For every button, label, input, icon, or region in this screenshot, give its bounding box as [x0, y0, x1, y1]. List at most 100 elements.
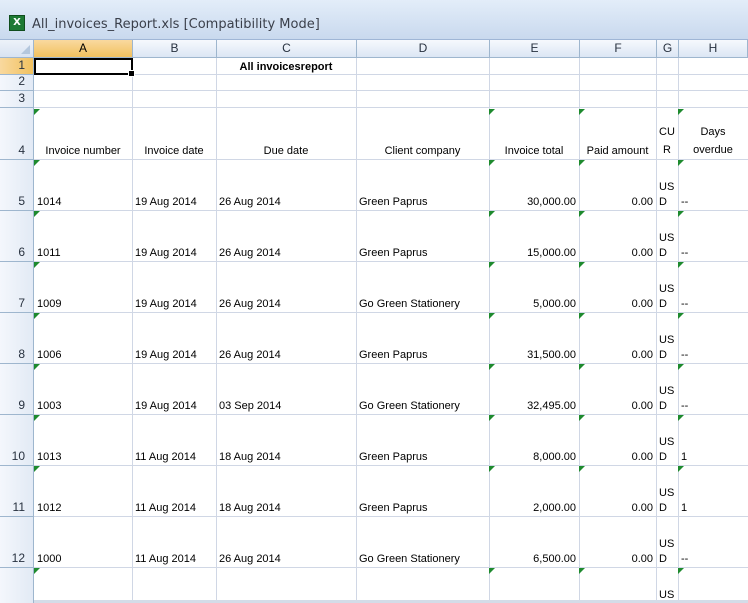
cell-currency[interactable]: US D	[656, 516, 678, 567]
cell-client-company[interactable]: Green Paprus	[356, 210, 489, 261]
error-indicator[interactable]	[678, 568, 684, 574]
error-indicator[interactable]	[579, 262, 585, 268]
error-indicator[interactable]	[579, 313, 585, 319]
cell-client-company[interactable]: Green Paprus	[356, 465, 489, 516]
cell-due-date[interactable]: 18 Aug 2014	[216, 414, 356, 465]
column-header-a[interactable]: A	[34, 40, 133, 58]
error-indicator[interactable]	[34, 364, 40, 370]
cell-days-overdue[interactable]: 1	[678, 414, 748, 465]
cell-paid-amount[interactable]: 0.00	[579, 210, 656, 261]
cell-paid-amount[interactable]: 0.00	[579, 261, 656, 312]
row-header-1[interactable]: 1	[0, 58, 34, 75]
excel-icon[interactable]: X	[9, 15, 25, 31]
cell-invoice-total[interactable]: 2,000.00	[489, 465, 579, 516]
row-header-7[interactable]: 7	[0, 262, 34, 313]
row-header-3[interactable]: 3	[0, 91, 34, 108]
row-header-8[interactable]: 8	[0, 313, 34, 364]
cell-client-company[interactable]: Go Green Stationery	[356, 261, 489, 312]
cell-days-overdue[interactable]: 1	[678, 465, 748, 516]
error-indicator[interactable]	[489, 415, 495, 421]
error-indicator[interactable]	[678, 364, 684, 370]
error-indicator[interactable]	[579, 568, 585, 574]
cell-invoice-date[interactable]: 11 Aug 2014	[132, 516, 216, 567]
error-indicator[interactable]	[489, 568, 495, 574]
select-all-button[interactable]	[0, 40, 34, 58]
error-indicator[interactable]	[678, 262, 684, 268]
column-header-h[interactable]: H	[679, 40, 748, 58]
error-indicator[interactable]	[489, 466, 495, 472]
cell-invoice-date[interactable]: 19 Aug 2014	[132, 312, 216, 363]
cell-due-date[interactable]: 18 Aug 2014	[216, 465, 356, 516]
error-indicator[interactable]	[489, 262, 495, 268]
cell-invoice-date[interactable]: 19 Aug 2014	[132, 159, 216, 210]
error-indicator[interactable]	[34, 568, 40, 574]
cell-invoice-total[interactable]: 8,000.00	[489, 414, 579, 465]
cell-currency[interactable]: US D	[656, 159, 678, 210]
cell-currency[interactable]: US D	[656, 261, 678, 312]
error-indicator[interactable]	[489, 364, 495, 370]
row-header-6[interactable]: 6	[0, 211, 34, 262]
error-indicator[interactable]	[678, 466, 684, 472]
row-header-9[interactable]: 9	[0, 364, 34, 415]
row-header-13[interactable]	[0, 568, 34, 603]
cell-invoice-date[interactable]: 19 Aug 2014	[132, 210, 216, 261]
cell-currency[interactable]: US D	[656, 363, 678, 414]
cell-days-overdue[interactable]: --	[678, 210, 748, 261]
column-header-b[interactable]: B	[133, 40, 217, 58]
cell-invoice-total[interactable]: 5,000.00	[489, 261, 579, 312]
row-header-10[interactable]: 10	[0, 415, 34, 466]
error-indicator[interactable]	[579, 466, 585, 472]
column-header-f[interactable]: F	[580, 40, 657, 58]
cell-invoice-number[interactable]: 1012	[34, 465, 132, 516]
cell-invoice-total[interactable]: 32,495.00	[489, 363, 579, 414]
row-header-4[interactable]: 4	[0, 108, 34, 160]
error-indicator[interactable]	[489, 211, 495, 217]
cell-invoice-total[interactable]: 30,000.00	[489, 159, 579, 210]
cell-due-date[interactable]: 26 Aug 2014	[216, 261, 356, 312]
cell-invoice-date[interactable]: 19 Aug 2014	[132, 363, 216, 414]
row-header-11[interactable]: 11	[0, 466, 34, 517]
error-indicator[interactable]	[678, 211, 684, 217]
cell-invoice-number[interactable]: 1014	[34, 159, 132, 210]
cell-due-date[interactable]: 26 Aug 2014	[216, 210, 356, 261]
column-header-e[interactable]: E	[490, 40, 580, 58]
error-indicator[interactable]	[34, 160, 40, 166]
cell-days-overdue[interactable]: --	[678, 261, 748, 312]
error-indicator[interactable]	[678, 160, 684, 166]
cell-invoice-number[interactable]: 1011	[34, 210, 132, 261]
error-indicator[interactable]	[579, 109, 585, 115]
cell-invoice-number[interactable]: 1006	[34, 312, 132, 363]
error-indicator[interactable]	[579, 160, 585, 166]
error-indicator[interactable]	[579, 415, 585, 421]
error-indicator[interactable]	[678, 313, 684, 319]
cell-invoice-date[interactable]: 11 Aug 2014	[132, 414, 216, 465]
cell-invoice-date[interactable]: 11 Aug 2014	[132, 465, 216, 516]
cell-paid-amount[interactable]: 0.00	[579, 465, 656, 516]
cell-invoice-total[interactable]: 6,500.00	[489, 516, 579, 567]
error-indicator[interactable]	[489, 109, 495, 115]
cell-currency[interactable]: US D	[656, 312, 678, 363]
error-indicator[interactable]	[489, 313, 495, 319]
error-indicator[interactable]	[34, 109, 40, 115]
cell-client-company[interactable]: Green Paprus	[356, 414, 489, 465]
active-cell-a1[interactable]	[34, 58, 135, 77]
column-header-d[interactable]: D	[357, 40, 490, 58]
cell-days-overdue[interactable]: --	[678, 363, 748, 414]
column-header-g[interactable]: G	[657, 40, 679, 58]
cell-client-company[interactable]: Green Paprus	[356, 159, 489, 210]
cell-invoice-date[interactable]: 19 Aug 2014	[132, 261, 216, 312]
cell-due-date[interactable]: 26 Aug 2014	[216, 516, 356, 567]
error-indicator[interactable]	[678, 109, 684, 115]
cell-client-company[interactable]: Go Green Stationery	[356, 363, 489, 414]
cell-due-date[interactable]: 26 Aug 2014	[216, 312, 356, 363]
cell-currency[interactable]: US D	[656, 465, 678, 516]
cell-client-company[interactable]: Green Paprus	[356, 312, 489, 363]
error-indicator[interactable]	[34, 313, 40, 319]
cell-paid-amount[interactable]: 0.00	[579, 363, 656, 414]
cell-paid-amount[interactable]: 0.00	[579, 516, 656, 567]
error-indicator[interactable]	[579, 364, 585, 370]
cell-invoice-number[interactable]: 1000	[34, 516, 132, 567]
worksheet-grid[interactable]: All invoicesreport Invoice number Invoic…	[34, 58, 748, 603]
cell-client-company[interactable]: Go Green Stationery	[356, 516, 489, 567]
column-header-c[interactable]: C	[217, 40, 357, 58]
